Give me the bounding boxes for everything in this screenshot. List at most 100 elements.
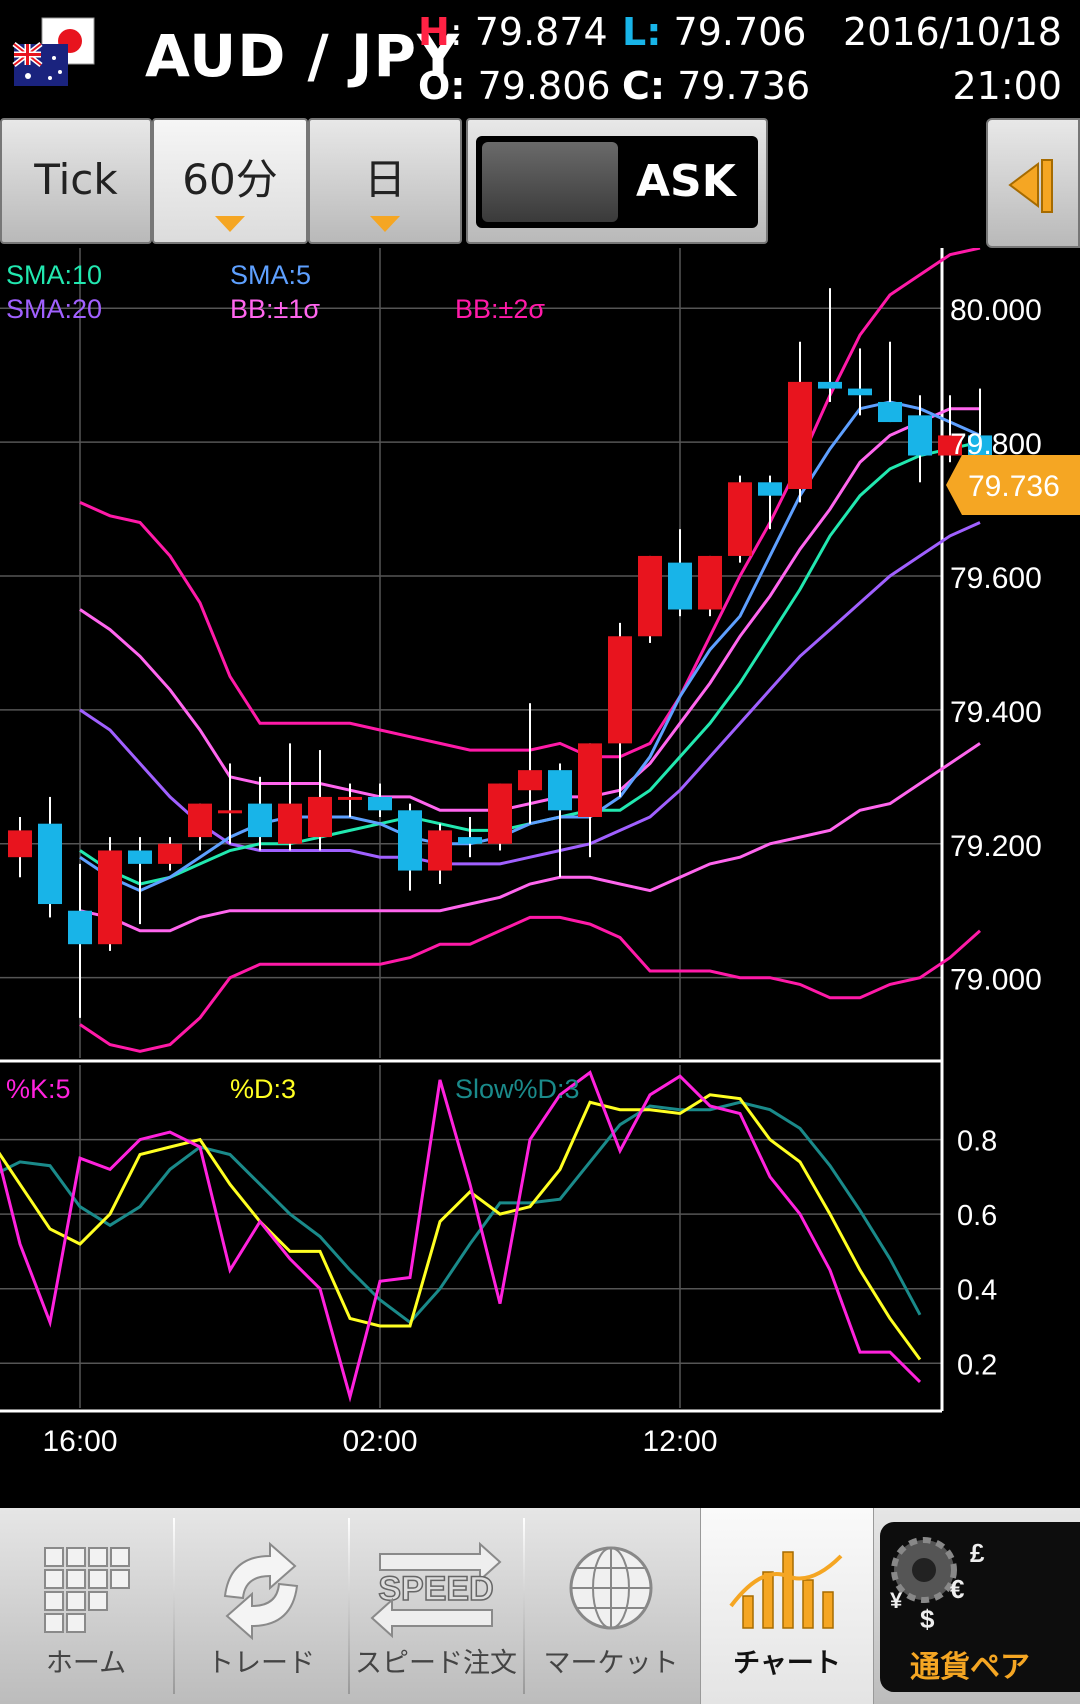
candle-up xyxy=(308,796,332,838)
candle-up xyxy=(8,830,32,858)
candle-down xyxy=(368,796,392,811)
tab-tick-label: Tick xyxy=(34,155,118,204)
tab-day[interactable]: 日 xyxy=(308,118,462,244)
nav-currency-pair[interactable]: £ € $ ¥ 通貨ペア xyxy=(880,1522,1080,1692)
time-tick-label: 16:00 xyxy=(42,1425,117,1458)
ask-label: ASK xyxy=(636,156,736,207)
bb2-lower-line xyxy=(79,915,981,1053)
tab-tick[interactable]: Tick xyxy=(0,118,152,244)
dropdown-triangle-icon xyxy=(215,216,245,232)
stochastic-lines xyxy=(0,1070,922,1403)
nav-currency-pair-label: 通貨ペア xyxy=(910,1650,1030,1685)
candle-up xyxy=(428,830,452,871)
candle-up xyxy=(218,810,242,814)
legend-bb2: BB:±2σ xyxy=(455,294,545,324)
candle-down xyxy=(908,415,932,456)
stoch-tick-label: 0.4 xyxy=(957,1275,997,1307)
candle-down xyxy=(248,803,272,838)
price-tick-label: 79.600 xyxy=(950,562,1042,595)
nav-market-label: マーケット xyxy=(543,1648,679,1679)
nav-trade[interactable]: トレード xyxy=(175,1508,347,1704)
stoch-tick-label: 0.2 xyxy=(957,1349,997,1381)
current-price-tag: 79.736 xyxy=(946,454,1080,515)
candle-down xyxy=(38,823,62,905)
candle-up xyxy=(608,636,632,744)
candle-down xyxy=(668,562,692,610)
bottom-navigation: ホーム トレード SPEED スピード注文 マーケット チャート £ € $ ¥… xyxy=(0,1508,1080,1704)
nav-home[interactable]: ホーム xyxy=(0,1508,172,1704)
candle-down xyxy=(398,810,422,871)
candle-up xyxy=(98,850,122,945)
legend-k: %K:5 xyxy=(6,1074,71,1104)
close-label: C: xyxy=(622,64,666,108)
candle-up xyxy=(338,796,362,800)
nav-trade-label: トレード xyxy=(207,1648,315,1679)
home-grid-icon xyxy=(44,1547,130,1633)
candle-down xyxy=(818,381,842,389)
stoch-tick-label: 0.8 xyxy=(957,1126,997,1158)
open-label: O: xyxy=(418,64,466,108)
candlesticks xyxy=(8,288,992,1018)
candle-up xyxy=(578,743,602,818)
candle-down xyxy=(848,388,872,396)
candle-down xyxy=(458,837,482,844)
price-chart[interactable]: 80.00079.80079.60079.40079.20079.0000.80… xyxy=(0,248,1080,1508)
quote-time: 21:00 xyxy=(952,64,1062,108)
candle-up xyxy=(698,555,722,610)
bid-ask-toggle[interactable]: ASK xyxy=(466,118,768,244)
open-quote: O: 79.806 xyxy=(418,64,611,108)
side-panel-button[interactable] xyxy=(986,118,1080,248)
legend-bb1: BB:±1σ xyxy=(230,294,320,324)
quote-header: AUD / JPY H: 79.874 L: 79.706 O: 79.806 … xyxy=(0,0,1080,115)
time-tick-label: 02:00 xyxy=(342,1425,417,1458)
candle-down xyxy=(128,850,152,864)
nav-speed-order-label: スピード注文 xyxy=(355,1648,517,1679)
price-tick-label: 79.400 xyxy=(950,696,1042,729)
candle-up xyxy=(488,783,512,844)
toggle-track: ASK xyxy=(476,136,758,228)
candle-up xyxy=(788,381,812,489)
legend-sma10: SMA:10 xyxy=(6,260,102,290)
legend-d: %D:3 xyxy=(230,1074,296,1104)
candle-up xyxy=(518,770,542,791)
stoch-tick-label: 0.6 xyxy=(957,1200,997,1232)
nav-market[interactable]: マーケット xyxy=(525,1508,697,1704)
nav-home-label: ホーム xyxy=(45,1648,127,1679)
toggle-knob xyxy=(482,142,618,222)
nav-speed-order[interactable]: SPEED スピード注文 xyxy=(350,1508,522,1704)
candle-down xyxy=(758,482,782,496)
candle-up xyxy=(638,555,662,637)
chart-toolbar: Tick 60分 日 ASK xyxy=(0,118,1080,248)
nav-chart-label: チャート xyxy=(733,1648,841,1679)
nav-chart[interactable]: チャート xyxy=(700,1508,874,1704)
low-label: L: xyxy=(622,10,662,54)
price-tick-label: 79.200 xyxy=(950,830,1042,863)
svg-text:¥: ¥ xyxy=(890,1588,903,1613)
candle-up xyxy=(158,843,182,864)
legend-slow-d: Slow%D:3 xyxy=(455,1074,580,1104)
collapse-left-icon xyxy=(1008,159,1053,213)
tab-60min[interactable]: 60分 xyxy=(152,118,308,244)
dropdown-triangle-icon xyxy=(370,216,400,232)
high-quote: H: 79.874 xyxy=(418,10,608,54)
candle-down xyxy=(68,910,92,945)
svg-text:€: € xyxy=(950,1574,964,1604)
d-line xyxy=(0,1093,922,1361)
trade-arrows-icon xyxy=(223,1541,299,1641)
close-quote: C: 79.736 xyxy=(622,64,810,108)
quote-date: 2016/10/18 xyxy=(842,10,1062,54)
chart-icon xyxy=(729,1551,843,1629)
candle-down xyxy=(548,770,572,811)
svg-text:SPEED: SPEED xyxy=(378,1570,493,1608)
currency-pair-icon: £ € $ ¥ xyxy=(890,1537,985,1634)
price-tag-value: 79.736 xyxy=(968,470,1060,503)
svg-text:$: $ xyxy=(920,1604,935,1634)
candle-up xyxy=(728,482,752,556)
legend-sma5: SMA:5 xyxy=(230,260,311,290)
bb2-upper-line xyxy=(79,248,981,759)
k-line xyxy=(0,1070,922,1403)
aud-jpy-flag-icon xyxy=(12,17,95,86)
time-tick-label: 12:00 xyxy=(642,1425,717,1458)
tab-day-label: 日 xyxy=(363,155,406,204)
price-tick-label: 79.000 xyxy=(950,964,1042,997)
